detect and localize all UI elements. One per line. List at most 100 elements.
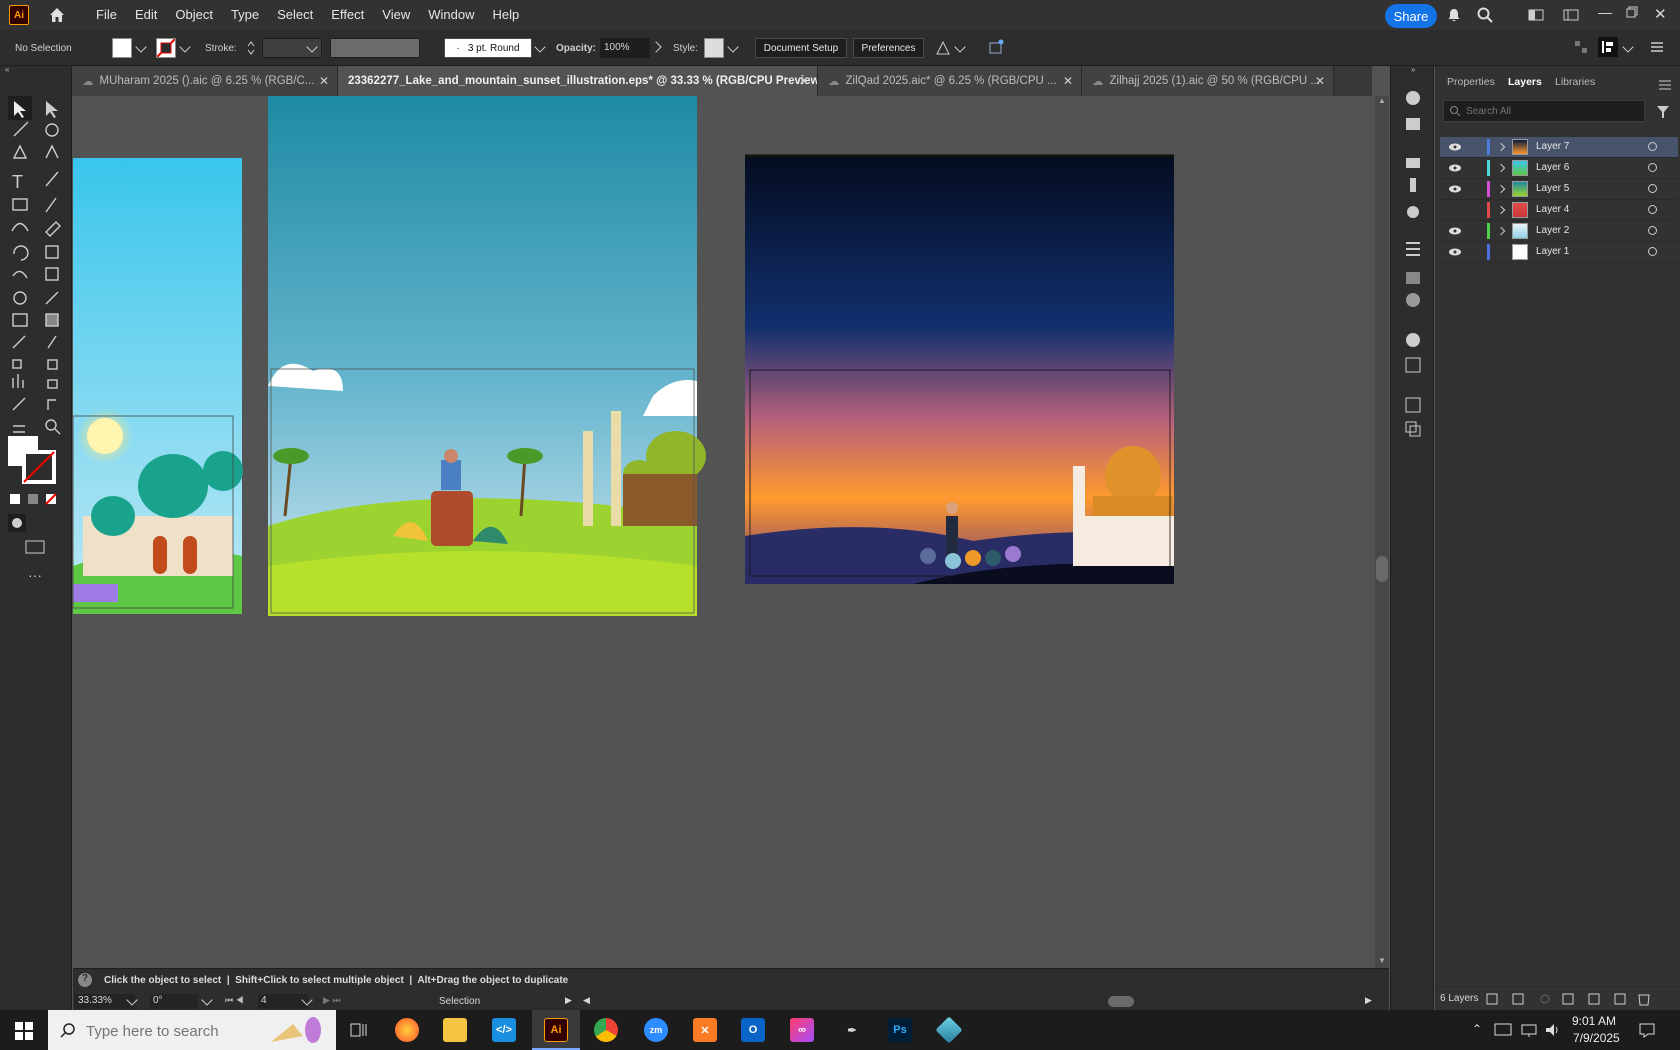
transform-icon[interactable] bbox=[935, 40, 951, 56]
help-icon[interactable]: ? bbox=[78, 973, 92, 987]
pen-tool-app-icon[interactable]: ✒ bbox=[840, 1018, 864, 1042]
menu-effect[interactable]: Effect bbox=[322, 0, 373, 30]
zoom-icon[interactable]: zm bbox=[644, 1018, 668, 1042]
tab-lake-mountain-sunset[interactable]: 23362277_Lake_and_mountain_sunset_illust… bbox=[338, 66, 818, 96]
tab-libraries[interactable]: Libraries bbox=[1555, 76, 1595, 88]
visibility-eye-icon[interactable] bbox=[1449, 164, 1461, 172]
taskbar-search-box[interactable] bbox=[48, 1010, 336, 1050]
xampp-icon[interactable]: ✕ bbox=[693, 1018, 717, 1042]
target-circle-icon[interactable] bbox=[1648, 205, 1657, 214]
artboard-center[interactable] bbox=[268, 96, 706, 616]
show-hidden-icons[interactable]: ⌃ bbox=[1472, 1022, 1482, 1036]
volume-icon[interactable] bbox=[1544, 1021, 1562, 1039]
menu-object[interactable]: Object bbox=[166, 0, 222, 30]
layer-row-layer-2[interactable]: Layer 2 bbox=[1440, 221, 1678, 242]
expand-chevron-icon[interactable] bbox=[1496, 184, 1506, 194]
firefox-icon[interactable] bbox=[395, 1018, 419, 1042]
share-button[interactable]: Share bbox=[1385, 4, 1437, 28]
close-tab-icon[interactable]: ✕ bbox=[319, 74, 329, 88]
search-icon[interactable] bbox=[1476, 6, 1494, 24]
target-circle-icon[interactable] bbox=[1648, 142, 1657, 151]
vscode-icon[interactable]: </> bbox=[492, 1018, 516, 1042]
brush-definition-dropdown[interactable]: · 3 pt. Round bbox=[444, 38, 532, 58]
next-artboard-icon[interactable]: ▶ ⏭ bbox=[323, 995, 341, 1006]
scroll-up-icon[interactable]: ▲ bbox=[1378, 96, 1386, 105]
scroll-thumb[interactable] bbox=[1376, 556, 1388, 582]
layer-name[interactable]: Layer 5 bbox=[1536, 183, 1569, 194]
tab-properties[interactable]: Properties bbox=[1447, 76, 1495, 88]
chevron-down-icon[interactable] bbox=[534, 41, 546, 53]
tab-muharam[interactable]: ☁ MUharam 2025 ().aic @ 6.25 % (RGB/C... ✕ bbox=[72, 66, 338, 96]
target-circle-icon[interactable] bbox=[1648, 163, 1657, 172]
minimize-icon[interactable]: — bbox=[1598, 4, 1612, 20]
variable-width-profile[interactable] bbox=[330, 38, 420, 58]
zoom-field[interactable]: 33.33% bbox=[75, 994, 135, 1009]
chrome-icon[interactable] bbox=[594, 1018, 618, 1042]
quick-actions-icon[interactable] bbox=[987, 38, 1005, 56]
workspace-icon[interactable] bbox=[1563, 8, 1579, 22]
app-icon[interactable] bbox=[935, 1016, 963, 1044]
chevron-down-icon[interactable] bbox=[1622, 41, 1634, 53]
menu-view[interactable]: View bbox=[373, 0, 419, 30]
taskbar-search-input[interactable] bbox=[86, 1021, 246, 1041]
tab-zilqad[interactable]: ☁ ZilQad 2025.aic* @ 6.25 % (RGB/CPU ... ✕ bbox=[818, 66, 1082, 96]
layer-row-layer-6[interactable]: Layer 6 bbox=[1440, 158, 1678, 179]
expand-chevron-icon[interactable] bbox=[1496, 163, 1506, 173]
stroke-swatch[interactable] bbox=[156, 38, 176, 58]
visibility-eye-icon[interactable] bbox=[1449, 227, 1461, 235]
preferences-button[interactable]: Preferences bbox=[853, 38, 924, 58]
target-circle-icon[interactable] bbox=[1648, 184, 1657, 193]
chevron-right-icon[interactable] bbox=[650, 41, 662, 53]
layers-search-input[interactable] bbox=[1466, 103, 1636, 119]
horizontal-scroll-thumb[interactable] bbox=[1108, 996, 1134, 1007]
rotation-field[interactable]: 0° bbox=[150, 994, 198, 1009]
document-setup-button[interactable]: Document Setup bbox=[755, 38, 847, 58]
canvas[interactable] bbox=[73, 96, 1375, 968]
artboard-right[interactable] bbox=[745, 154, 1174, 584]
opacity-field[interactable]: 100% bbox=[600, 38, 650, 58]
expand-chevron-icon[interactable] bbox=[1496, 205, 1506, 215]
file-explorer-icon[interactable] bbox=[443, 1018, 467, 1042]
close-tab-icon[interactable]: ✕ bbox=[1063, 74, 1073, 88]
layer-row-layer-7[interactable]: Layer 7 bbox=[1440, 137, 1678, 158]
layer-name[interactable]: Layer 4 bbox=[1536, 204, 1569, 215]
menu-select[interactable]: Select bbox=[268, 0, 322, 30]
layer-name[interactable]: Layer 6 bbox=[1536, 162, 1569, 173]
display-icon[interactable] bbox=[1494, 1021, 1512, 1039]
graphic-style-swatch[interactable] bbox=[704, 38, 724, 58]
photoshop-icon[interactable]: Ps bbox=[888, 1018, 912, 1042]
menu-edit[interactable]: Edit bbox=[126, 0, 166, 30]
visibility-eye-icon[interactable] bbox=[1449, 143, 1461, 151]
scroll-right-icon[interactable]: ▶ bbox=[1365, 995, 1372, 1006]
menu-file[interactable]: File bbox=[87, 0, 126, 30]
tab-layers[interactable]: Layers bbox=[1508, 76, 1542, 88]
layer-name[interactable]: Layer 2 bbox=[1536, 225, 1569, 236]
home-icon[interactable] bbox=[47, 5, 67, 25]
expand-chevron-icon[interactable] bbox=[1496, 226, 1506, 236]
arrange-icon[interactable] bbox=[1574, 40, 1588, 54]
layer-row-layer-5[interactable]: Layer 5 bbox=[1440, 179, 1678, 200]
first-artboard-icon[interactable]: ⏮ ◀ bbox=[225, 995, 244, 1006]
illustrator-taskbar-button[interactable]: Ai bbox=[532, 1010, 580, 1050]
chevron-down-icon[interactable] bbox=[135, 41, 147, 53]
visibility-eye-icon[interactable] bbox=[1449, 248, 1461, 256]
notification-icon[interactable] bbox=[1638, 1021, 1656, 1039]
layer-name[interactable]: Layer 1 bbox=[1536, 246, 1569, 257]
fill-swatch[interactable] bbox=[112, 38, 132, 58]
chevron-down-icon[interactable] bbox=[727, 41, 739, 53]
visibility-eye-icon[interactable] bbox=[1449, 185, 1461, 193]
restore-icon[interactable] bbox=[1625, 5, 1639, 19]
chevron-down-icon[interactable] bbox=[179, 41, 191, 53]
layer-row-layer-1[interactable]: Layer 1 bbox=[1440, 242, 1678, 263]
chevron-down-icon[interactable] bbox=[954, 41, 966, 53]
task-view-icon[interactable] bbox=[350, 1022, 368, 1038]
panel-menu-icon[interactable] bbox=[1650, 40, 1664, 54]
outlook-icon[interactable]: O bbox=[741, 1018, 765, 1042]
artboard-left[interactable] bbox=[73, 158, 243, 614]
layer-name[interactable]: Layer 7 bbox=[1536, 141, 1569, 152]
layer-row-layer-4[interactable]: Layer 4 bbox=[1440, 200, 1678, 221]
close-window-icon[interactable]: ✕ bbox=[1654, 5, 1667, 23]
menu-help[interactable]: Help bbox=[483, 0, 528, 30]
menu-type[interactable]: Type bbox=[222, 0, 268, 30]
arrange-documents-icon[interactable] bbox=[1528, 8, 1544, 22]
